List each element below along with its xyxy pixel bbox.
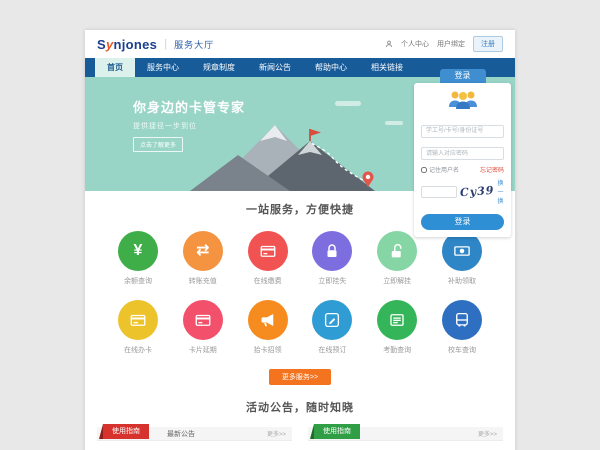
- usage-guide-tab-right[interactable]: 使用指南: [314, 424, 360, 439]
- service-card-renewal[interactable]: 卡片延期: [176, 300, 230, 355]
- announcements-section: 活动公告，随时知晓 使用指南 最新公告 更多>> 使用指南 更多>>: [85, 385, 515, 450]
- megaphone-icon: [259, 311, 277, 329]
- person-icon: [385, 40, 393, 48]
- hero-title: 你身边的卡管专家: [133, 97, 245, 116]
- hero-subtitle: 提供捷径一步到位: [133, 121, 245, 131]
- panel-right-header: 使用指南 更多>>: [308, 427, 503, 441]
- forgot-password-link[interactable]: 忘记密码: [480, 165, 504, 174]
- yen-icon: ¥: [134, 243, 143, 259]
- attendance-icon: [388, 311, 406, 329]
- nav-item-regulations[interactable]: 规章制度: [191, 58, 247, 77]
- more-link-left[interactable]: 更多>>: [267, 429, 286, 438]
- service-school-bus-inquiry[interactable]: 校车查询: [435, 300, 489, 355]
- username-input[interactable]: [421, 125, 504, 138]
- remember-checkbox[interactable]: [421, 167, 427, 173]
- login-form: 记住用户名 忘记密码 Cy39 换一换 登录: [414, 83, 511, 237]
- login-submit-button[interactable]: 登录: [421, 214, 504, 230]
- login-tab[interactable]: 登录: [440, 69, 486, 83]
- top-bar: Synjones | 服务大厅 个人中心 用户绑定 注册: [85, 30, 515, 58]
- brand-logo[interactable]: Synjones: [97, 37, 157, 52]
- hero-banner: 你身边的卡管专家 提供捷径一步到位 点击了解更多 登录: [85, 77, 515, 191]
- login-panel: 登录 记住用户名 忘记密码 Cy3: [414, 69, 511, 237]
- nav-item-service-center[interactable]: 服务中心: [135, 58, 191, 77]
- panel-right-body: [308, 441, 503, 450]
- panel-left-header: 使用指南 最新公告 更多>>: [97, 427, 292, 441]
- hero-copy: 你身边的卡管专家 提供捷径一步到位 点击了解更多: [133, 97, 245, 152]
- panel-right: 使用指南 更多>>: [308, 427, 503, 450]
- service-report-loss[interactable]: 立即挂失: [305, 231, 359, 286]
- user-binding-link[interactable]: 用户绑定: [437, 39, 465, 49]
- captcha-refresh-link[interactable]: 换一换: [497, 178, 504, 205]
- page: Synjones | 服务大厅 个人中心 用户绑定 注册 首页 服务中心 规章制…: [85, 30, 515, 450]
- personal-center-link[interactable]: 个人中心: [401, 39, 429, 49]
- banknote-icon: [453, 242, 471, 260]
- captcha-image: Cy39: [460, 184, 495, 199]
- login-options: 记住用户名 忘记密码: [421, 165, 504, 174]
- service-online-booking[interactable]: 在线预订: [305, 300, 359, 355]
- more-services-button[interactable]: 更多服务>>: [269, 369, 331, 385]
- topbar-links: 个人中心 用户绑定 注册: [385, 36, 503, 52]
- card-apply-icon: [129, 311, 147, 329]
- bus-icon: [453, 311, 471, 329]
- service-transfer-recharge[interactable]: ⇄ 转账充值: [176, 231, 230, 286]
- panel-left-body: [97, 441, 292, 450]
- nav-item-help-center[interactable]: 帮助中心: [303, 58, 359, 77]
- more-link-right[interactable]: 更多>>: [478, 429, 497, 438]
- service-cancel-loss[interactable]: 立即解挂: [370, 231, 424, 286]
- usage-guide-tab[interactable]: 使用指南: [103, 424, 149, 439]
- logo-divider: |: [164, 38, 167, 50]
- logo-accent: y: [106, 37, 114, 52]
- remember-label: 记住用户名: [429, 165, 459, 174]
- hero-cta-button[interactable]: 点击了解更多: [133, 137, 183, 152]
- users-group-icon: [421, 90, 504, 115]
- bank-card-icon: [259, 242, 277, 260]
- service-lost-card-claim[interactable]: 拾卡招领: [241, 300, 295, 355]
- unlock-icon: [388, 242, 406, 260]
- site-name: 服务大厅: [174, 38, 214, 51]
- nav-item-news[interactable]: 新闻公告: [247, 58, 303, 77]
- announcements-title: 活动公告，随时知晓: [97, 399, 503, 415]
- service-balance-inquiry[interactable]: ¥ 余额查询: [111, 231, 165, 286]
- panel-left: 使用指南 最新公告 更多>>: [97, 427, 292, 450]
- service-online-card-apply[interactable]: 在线办卡: [111, 300, 165, 355]
- captcha-input[interactable]: [421, 186, 457, 198]
- service-attendance-inquiry[interactable]: 考勤查询: [370, 300, 424, 355]
- services-row-2: 在线办卡 卡片延期 拾卡招领 在线预订: [85, 300, 515, 355]
- nav-item-links[interactable]: 相关链接: [359, 58, 415, 77]
- services-row-1: ¥ 余额查询 ⇄ 转账充值 在线缴费 立即挂失: [85, 231, 515, 286]
- card-renew-icon: [194, 311, 212, 329]
- service-online-payment[interactable]: 在线缴费: [241, 231, 295, 286]
- service-subsidy-collect[interactable]: 补助领取: [435, 231, 489, 286]
- cloud-decoration: [335, 101, 361, 106]
- announcement-panels: 使用指南 最新公告 更多>> 使用指南 更多>>: [97, 427, 503, 450]
- register-button[interactable]: 注册: [473, 36, 503, 52]
- lock-icon: [323, 242, 341, 260]
- nav-item-home[interactable]: 首页: [95, 58, 135, 77]
- edit-icon: [323, 311, 341, 329]
- latest-news-tab[interactable]: 最新公告: [167, 429, 195, 439]
- transfer-icon: ⇄: [196, 243, 209, 259]
- captcha-row: Cy39 换一换: [421, 178, 504, 205]
- password-input[interactable]: [421, 147, 504, 160]
